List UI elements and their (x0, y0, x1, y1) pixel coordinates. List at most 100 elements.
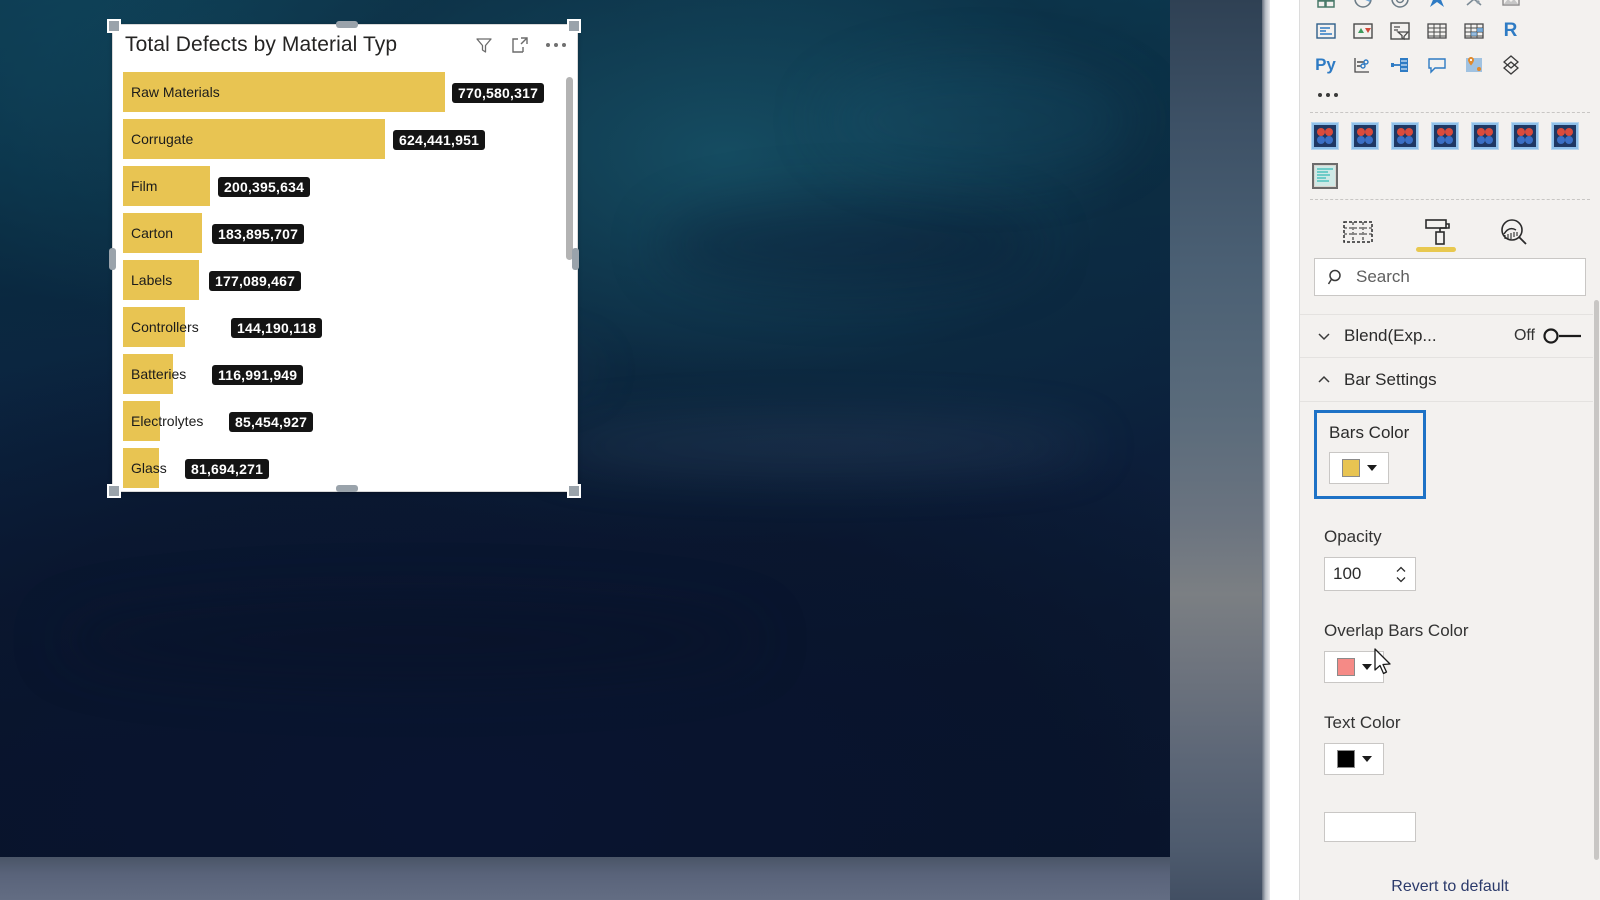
tab-fields[interactable] (1336, 212, 1380, 252)
bar-controllers[interactable]: Controllers (123, 307, 199, 347)
visual-header-actions (473, 34, 571, 56)
resize-handle-top-right[interactable] (567, 19, 581, 33)
bars-color-property[interactable]: Bars Color (1314, 410, 1426, 499)
bar-labels[interactable]: Labels (123, 260, 199, 300)
monitor-bezel (1170, 0, 1270, 900)
pie-chart-icon[interactable] (1349, 0, 1376, 13)
pane-scrollbar-thumb[interactable] (1594, 300, 1599, 860)
smart-narrative-icon[interactable] (1423, 52, 1450, 79)
bar-settings-section-row[interactable]: Bar Settings (1300, 358, 1600, 402)
custom-visual-tile[interactable] (1392, 123, 1418, 149)
custom-visual-tile[interactable] (1312, 123, 1338, 149)
search-input[interactable]: Search (1314, 258, 1586, 296)
arrow-kpi-icon[interactable] (1423, 0, 1450, 13)
resize-handle-right-middle[interactable] (572, 248, 579, 270)
viz-toolbar-more[interactable] (1312, 82, 1588, 108)
pane-scrollbar[interactable] (1593, 0, 1600, 900)
desktop-taskbar-strip (0, 857, 1170, 900)
additional-property-field[interactable] (1324, 812, 1416, 842)
bar-row[interactable]: Corrugate 624,441,951 (123, 116, 577, 163)
search-placeholder: Search (1356, 267, 1410, 286)
tab-analytics[interactable] (1492, 212, 1536, 252)
filter-icon[interactable] (473, 34, 495, 56)
blend-toggle-state: Off (1513, 327, 1535, 344)
bar-film[interactable]: Film (123, 166, 210, 206)
custom-visual-tile[interactable] (1352, 123, 1378, 149)
chevron-up-icon[interactable] (1395, 566, 1407, 573)
bar-value-label: 81,694,271 (185, 458, 270, 479)
python-script-icon[interactable]: Py (1312, 52, 1339, 79)
chevron-down-icon[interactable] (1395, 576, 1407, 583)
custom-visual-tile[interactable] (1552, 123, 1578, 149)
resize-handle-bottom-center[interactable] (336, 485, 358, 492)
active-tab-underline (1416, 247, 1456, 252)
resize-handle-bottom-right[interactable] (567, 484, 581, 498)
stepper-arrows[interactable] (1395, 566, 1407, 583)
bar-row[interactable]: Raw Materials 770,580,317 (123, 69, 577, 116)
bar-row[interactable]: Labels 177,089,467 (123, 257, 577, 304)
custom-visual-tile[interactable] (1472, 123, 1498, 149)
blend-toggle[interactable]: Off (1514, 327, 1584, 345)
chevron-up-icon[interactable] (1316, 372, 1332, 388)
opacity-value: 100 (1333, 564, 1362, 583)
selected-table-visual-tile[interactable] (1312, 163, 1338, 189)
more-options-icon[interactable] (545, 34, 567, 56)
resize-handle-top-center[interactable] (336, 21, 358, 28)
bar-row[interactable]: Carton 183,895,707 (123, 210, 577, 257)
viz-toolbar-row-2: R (1312, 14, 1588, 48)
bars-color-swatch (1341, 459, 1360, 477)
focus-mode-icon[interactable] (509, 34, 531, 56)
bar-value-label: 116,991,949 (212, 364, 304, 385)
tab-format[interactable] (1414, 212, 1458, 252)
app-background-gap (1270, 0, 1300, 900)
bar-chart-visual[interactable]: Total Defects by Material Typ Raw Materi… (112, 24, 578, 492)
bar-row[interactable]: Batteries 116,991,949 (123, 351, 577, 398)
chevron-down-icon[interactable] (1361, 756, 1372, 762)
visualizations-toolbar: R Py (1300, 0, 1600, 108)
bar-row[interactable]: Film 200,395,634 (123, 163, 577, 210)
visual-vertical-scrollbar[interactable] (566, 77, 573, 497)
matrix-icon[interactable] (1460, 18, 1487, 45)
resize-handle-bottom-left[interactable] (107, 484, 121, 498)
revert-to-default-link[interactable]: Revert to default (1300, 878, 1600, 896)
tree-map-icon[interactable] (1312, 0, 1339, 13)
text-color-picker-button[interactable] (1324, 743, 1384, 775)
bar-row[interactable]: Controllers 144,190,118 (123, 304, 577, 351)
resize-handle-left-middle[interactable] (109, 248, 116, 270)
image-icon[interactable] (1497, 0, 1524, 13)
toggle-switch-icon[interactable] (1542, 327, 1584, 345)
scrollbar-thumb[interactable] (566, 77, 573, 260)
bar-row[interactable]: Electrolytes 85,454,927 (123, 398, 577, 445)
custom-visual-tile[interactable] (1432, 123, 1458, 149)
chevron-down-icon[interactable] (1366, 465, 1377, 471)
visual-title: Total Defects by Material Typ (125, 33, 398, 56)
donut-chart-icon[interactable] (1386, 0, 1413, 13)
table-icon[interactable] (1423, 18, 1450, 45)
blend-section-row[interactable]: Blend(Exp... Off (1300, 314, 1600, 358)
scatter-icon[interactable] (1460, 0, 1487, 13)
bars-color-picker-button[interactable] (1329, 452, 1389, 484)
bar-corrugate[interactable]: Corrugate (123, 119, 385, 159)
chevron-down-icon[interactable] (1361, 664, 1372, 670)
map-icon[interactable] (1460, 52, 1487, 79)
bar-electrolytes[interactable]: Electrolytes (123, 401, 203, 441)
decomposition-tree-icon[interactable] (1349, 52, 1376, 79)
text-color-swatch (1336, 750, 1355, 768)
custom-visual-tile[interactable] (1512, 123, 1538, 149)
slicer-icon[interactable] (1386, 18, 1413, 45)
bar-glass[interactable]: Glass (123, 448, 167, 488)
key-influencers-icon[interactable] (1386, 52, 1413, 79)
bar-settings-section-label: Bar Settings (1344, 369, 1437, 389)
bar-raw-materials[interactable]: Raw Materials (123, 72, 445, 112)
bar-carton[interactable]: Carton (123, 213, 202, 253)
kpi-tornado-icon[interactable] (1349, 18, 1376, 45)
bar-list-icon[interactable] (1312, 18, 1339, 45)
opacity-stepper[interactable]: 100 (1324, 557, 1416, 591)
resize-handle-top-left[interactable] (107, 19, 121, 33)
r-script-icon[interactable]: R (1497, 18, 1524, 45)
power-apps-icon[interactable] (1497, 52, 1524, 79)
chevron-down-icon[interactable] (1316, 328, 1332, 344)
overlap-bars-color-label: Overlap Bars Color (1324, 621, 1469, 640)
bar-value-label: 177,089,467 (209, 270, 302, 291)
bar-batteries[interactable]: Batteries (123, 354, 186, 394)
